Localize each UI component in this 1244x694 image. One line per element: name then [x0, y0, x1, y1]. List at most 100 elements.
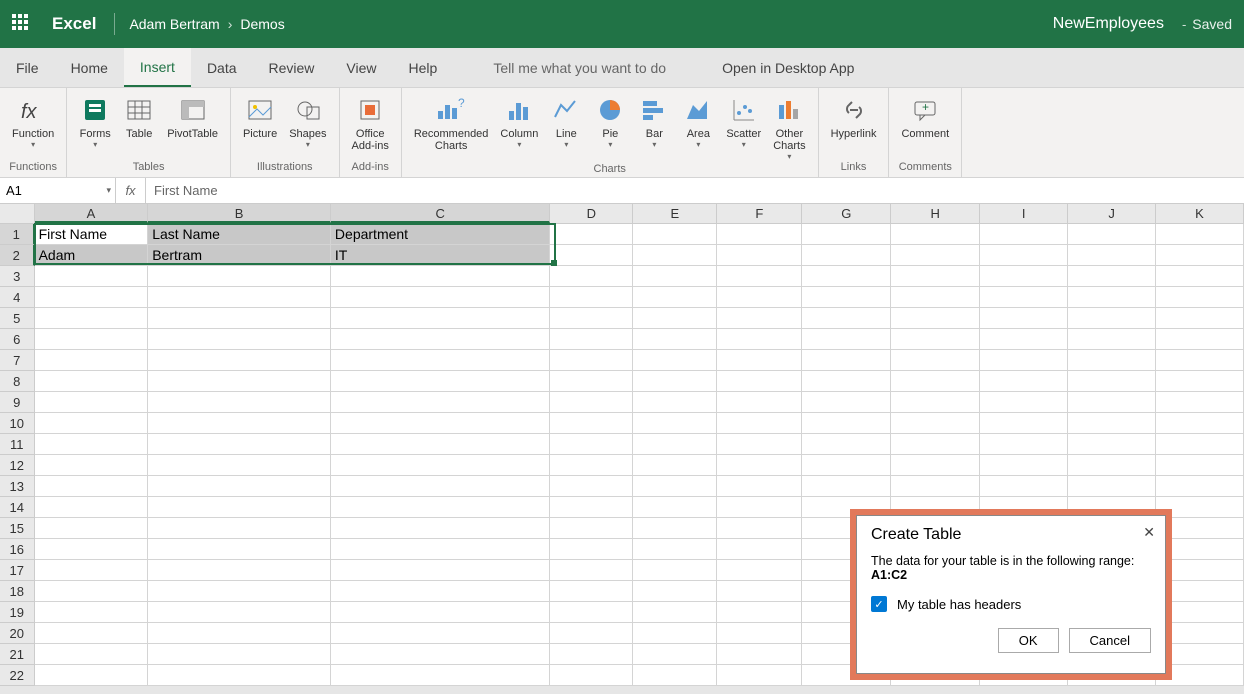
- cell[interactable]: [35, 497, 149, 518]
- cell[interactable]: [35, 413, 149, 434]
- cell[interactable]: [35, 560, 149, 581]
- cell[interactable]: [331, 455, 550, 476]
- cell[interactable]: [1068, 245, 1156, 266]
- cell[interactable]: [633, 287, 717, 308]
- cell[interactable]: [980, 350, 1068, 371]
- cell[interactable]: [1156, 350, 1244, 371]
- cell[interactable]: [35, 518, 149, 539]
- cell[interactable]: [802, 413, 891, 434]
- cell[interactable]: [717, 287, 802, 308]
- cell[interactable]: [1156, 371, 1244, 392]
- row-header[interactable]: 14: [0, 497, 35, 518]
- cell[interactable]: [35, 350, 149, 371]
- ok-button[interactable]: OK: [998, 628, 1059, 653]
- cell[interactable]: [1156, 266, 1244, 287]
- hyperlink-button[interactable]: Hyperlink: [825, 92, 883, 142]
- other-charts-button[interactable]: Other Charts ▾: [767, 92, 811, 163]
- cell[interactable]: [891, 350, 980, 371]
- picture-button[interactable]: Picture: [237, 92, 283, 142]
- cell[interactable]: [1068, 455, 1156, 476]
- cell[interactable]: [717, 224, 802, 245]
- cell[interactable]: [148, 581, 331, 602]
- cell[interactable]: Adam: [35, 245, 149, 266]
- cell[interactable]: [1156, 287, 1244, 308]
- column-header[interactable]: E: [633, 204, 717, 223]
- row-header[interactable]: 22: [0, 665, 35, 686]
- cell[interactable]: [633, 581, 717, 602]
- cell[interactable]: [891, 224, 980, 245]
- cell[interactable]: [980, 224, 1068, 245]
- shapes-button[interactable]: Shapes ▾: [283, 92, 332, 151]
- cell[interactable]: [148, 392, 331, 413]
- cell[interactable]: [633, 602, 717, 623]
- cell[interactable]: [717, 350, 802, 371]
- cell[interactable]: [717, 539, 802, 560]
- column-header[interactable]: K: [1156, 204, 1244, 223]
- cell[interactable]: [148, 308, 331, 329]
- cell[interactable]: [550, 623, 633, 644]
- app-launcher-icon[interactable]: [12, 14, 32, 34]
- cell[interactable]: [717, 455, 802, 476]
- cell[interactable]: [717, 413, 802, 434]
- cell[interactable]: [1156, 434, 1244, 455]
- cell[interactable]: [550, 350, 633, 371]
- cell[interactable]: [331, 665, 550, 686]
- fx-icon[interactable]: fx: [116, 178, 146, 203]
- cell[interactable]: [1068, 371, 1156, 392]
- cell[interactable]: [550, 287, 633, 308]
- select-all-corner[interactable]: [0, 204, 35, 223]
- breadcrumb-user[interactable]: Adam Bertram: [129, 16, 219, 32]
- cell[interactable]: [802, 392, 891, 413]
- cell[interactable]: [633, 455, 717, 476]
- cell[interactable]: [1068, 350, 1156, 371]
- addins-button[interactable]: Office Add-ins: [346, 92, 395, 154]
- cell[interactable]: [802, 455, 891, 476]
- cell[interactable]: [331, 287, 550, 308]
- cell[interactable]: [717, 581, 802, 602]
- row-header[interactable]: 8: [0, 371, 35, 392]
- row-header[interactable]: 9: [0, 392, 35, 413]
- row-header[interactable]: 10: [0, 413, 35, 434]
- cell[interactable]: [717, 560, 802, 581]
- comment-button[interactable]: + Comment: [895, 92, 955, 142]
- cell[interactable]: [148, 434, 331, 455]
- cell[interactable]: [331, 371, 550, 392]
- cell[interactable]: [802, 308, 891, 329]
- cell[interactable]: [1068, 413, 1156, 434]
- cell[interactable]: [148, 455, 331, 476]
- cell[interactable]: [1156, 224, 1244, 245]
- cell[interactable]: [891, 455, 980, 476]
- cell[interactable]: [550, 413, 633, 434]
- cell[interactable]: [148, 350, 331, 371]
- cell[interactable]: [717, 245, 802, 266]
- cancel-button[interactable]: Cancel: [1069, 628, 1151, 653]
- cell[interactable]: [633, 434, 717, 455]
- cell[interactable]: [1068, 224, 1156, 245]
- cell[interactable]: Department: [331, 224, 550, 245]
- column-chart-button[interactable]: Column ▾: [494, 92, 544, 151]
- cell[interactable]: [633, 644, 717, 665]
- cell[interactable]: [891, 392, 980, 413]
- cell[interactable]: [633, 266, 717, 287]
- cell[interactable]: [148, 413, 331, 434]
- tab-help[interactable]: Help: [393, 48, 454, 87]
- cell[interactable]: [891, 287, 980, 308]
- cell[interactable]: [331, 413, 550, 434]
- chevron-down-icon[interactable]: ▾: [106, 185, 111, 196]
- cell[interactable]: [148, 665, 331, 686]
- cell[interactable]: [802, 476, 891, 497]
- cell[interactable]: [550, 245, 633, 266]
- cell[interactable]: [148, 560, 331, 581]
- formula-input[interactable]: First Name: [146, 178, 1244, 203]
- cell[interactable]: [717, 308, 802, 329]
- cell[interactable]: [802, 266, 891, 287]
- tell-me-search[interactable]: Tell me what you want to do: [477, 48, 682, 87]
- table-button[interactable]: Table: [117, 92, 161, 142]
- cell[interactable]: [1068, 308, 1156, 329]
- row-header[interactable]: 2: [0, 245, 35, 266]
- cell[interactable]: [35, 623, 149, 644]
- cell[interactable]: [550, 392, 633, 413]
- cell[interactable]: [35, 455, 149, 476]
- close-icon[interactable]: ✕: [1143, 524, 1155, 541]
- recommended-charts-button[interactable]: ? Recommended Charts: [408, 92, 495, 154]
